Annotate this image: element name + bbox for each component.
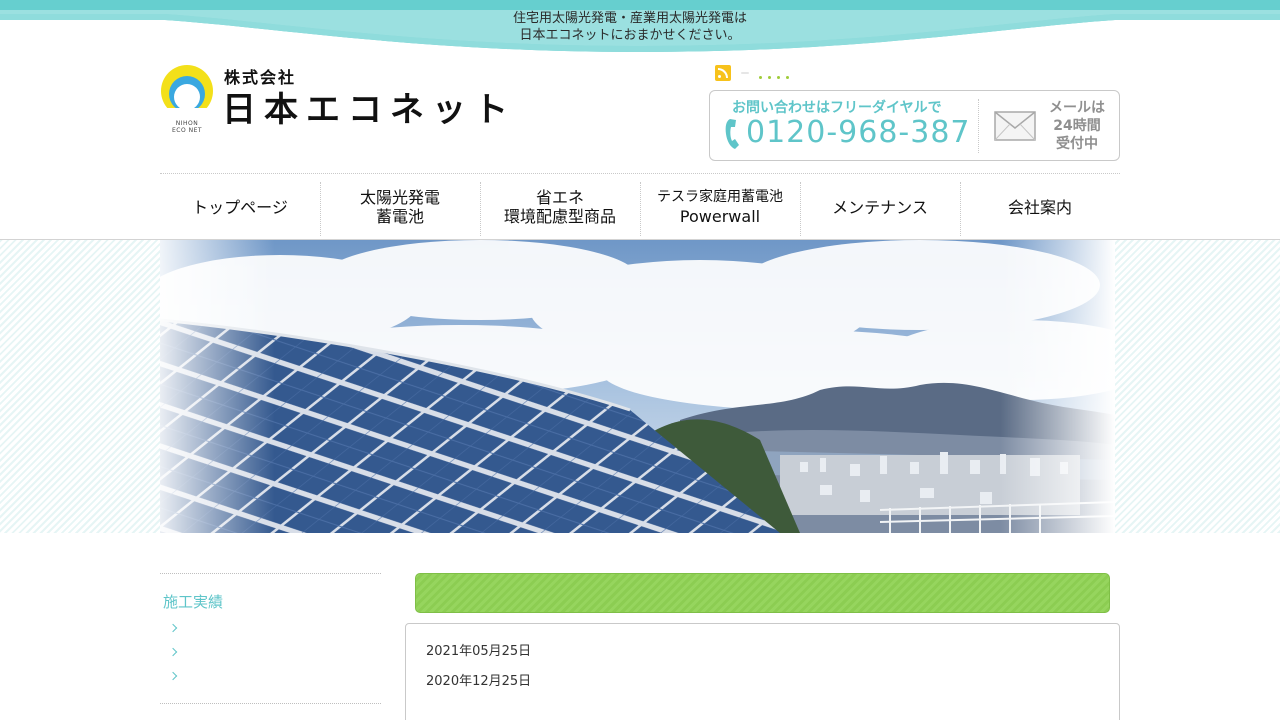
contact-lead: お問い合わせはフリーダイヤルで (732, 100, 942, 116)
rss-icon[interactable] (715, 65, 731, 81)
hero-image (160, 240, 1115, 533)
news-item[interactable]: 2020年12月25日 (426, 670, 532, 689)
nav-label: 太陽光発電 (359, 188, 440, 207)
logo-subtext: NIHON ECO NET (164, 120, 210, 134)
sidebar: 施工実績 (160, 573, 381, 704)
phone-icon (725, 119, 739, 149)
sidebar-link-2[interactable] (160, 640, 381, 664)
logo-company-name: 日本エコネット (222, 90, 516, 130)
nav-label-line-2: 蓄電池 (375, 207, 424, 226)
sidebar-divider-top (160, 573, 381, 574)
mail-text-line-1: メールは (1049, 100, 1105, 116)
nav-label: 会社案内 (1007, 197, 1072, 217)
global-nav: トップページ 太陽光発電 蓄電池 省エネ 環境配慮型商品 テスラ家庭用蓄電池 P… (160, 173, 1120, 240)
nav-label-line-2: Powerwall (679, 207, 761, 226)
news-heading-bar (415, 573, 1110, 613)
nav-tesla-powerwall[interactable]: テスラ家庭用蓄電池 Powerwall (640, 174, 800, 240)
sidebar-link-3[interactable] (160, 664, 381, 688)
nav-label: 省エネ (535, 188, 584, 207)
nav-energy-saving[interactable]: 省エネ 環境配慮型商品 (480, 174, 640, 240)
nav-maintenance[interactable]: メンテナンス (800, 174, 960, 240)
mail-icon[interactable] (994, 111, 1036, 141)
nav-top-page[interactable]: トップページ (160, 174, 320, 240)
utility-tag[interactable] (741, 72, 749, 74)
nav-company-info[interactable]: 会社案内 (960, 174, 1120, 240)
news-date: 2021年05月25日 (426, 644, 532, 659)
sidebar-title: 施工実績 (163, 593, 224, 611)
nav-label: トップページ (192, 197, 288, 217)
phone-number-link[interactable]: 0120-968-387 (746, 115, 971, 150)
news-date: 2020年12月25日 (426, 674, 532, 689)
nav-label: テスラ家庭用蓄電池 (657, 189, 783, 205)
mail-text-line-3: 受付中 (1056, 136, 1098, 152)
news-box: 2021年05月25日 2020年12月25日 (405, 623, 1120, 720)
nav-label-line-2: 環境配慮型商品 (503, 207, 616, 226)
mail-text[interactable]: メールは 24時間 受付中 (1046, 99, 1108, 153)
nav-label: メンテナンス (832, 197, 928, 217)
sun-logo-icon (160, 65, 214, 118)
sidebar-link-1[interactable] (160, 616, 381, 640)
tagline-line-2: 日本エコネットにおまかせください。 (519, 28, 741, 43)
news-item[interactable]: 2021年05月25日 (426, 640, 532, 659)
nav-solar-battery[interactable]: 太陽光発電 蓄電池 (320, 174, 480, 240)
logo-sub-line-1: NIHON (175, 120, 199, 127)
contact-divider (978, 99, 979, 153)
sidebar-divider-bottom (160, 703, 381, 704)
contact-box: お問い合わせはフリーダイヤルで 0120-968-387 メールは 24時間 受… (709, 90, 1120, 161)
logo-sub-line-2: ECO NET (171, 127, 203, 134)
banner-tagline: 住宅用太陽光発電・産業用太陽光発電は 日本エコネットにおまかせください。 (480, 10, 780, 44)
mail-text-line-2: 24時間 (1053, 118, 1101, 134)
tagline-line-1: 住宅用太陽光発電・産業用太陽光発電は (512, 11, 747, 26)
utility-bar (715, 64, 795, 82)
company-logo[interactable]: NIHON ECO NET 株式会社 日本エコネット (160, 64, 520, 134)
